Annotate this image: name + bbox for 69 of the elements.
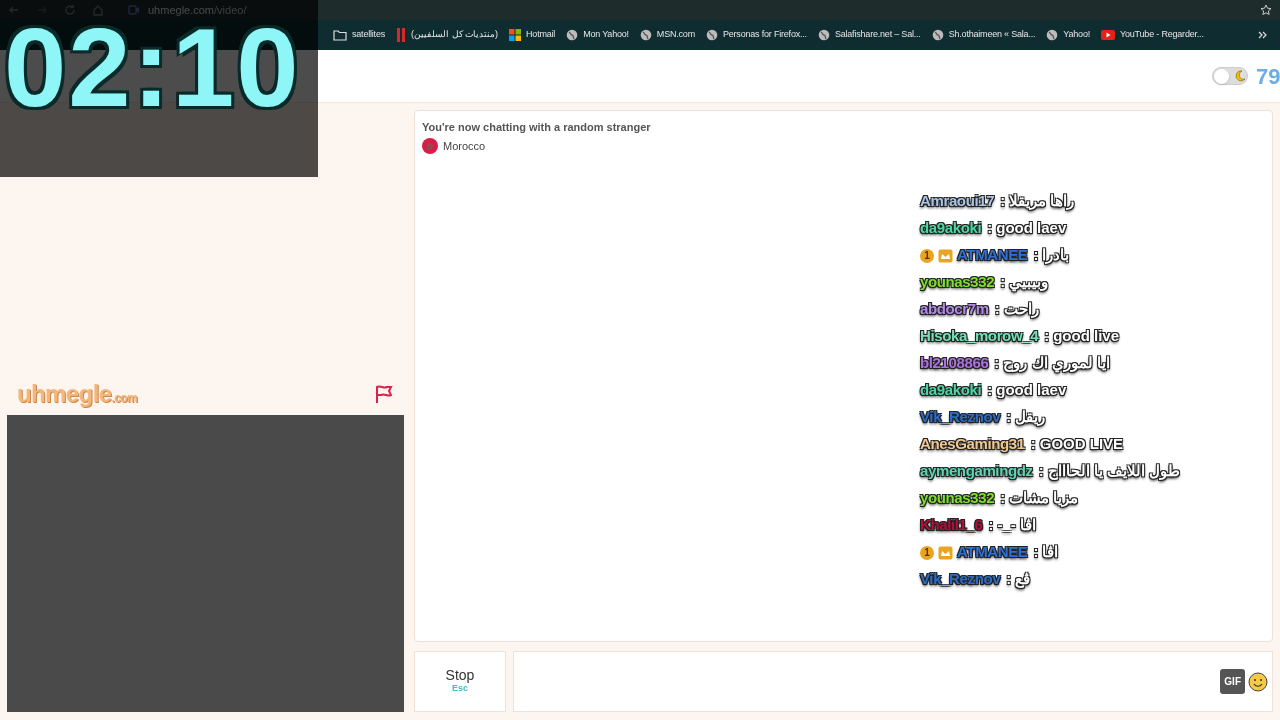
chat-username: da9akoki bbox=[920, 218, 982, 239]
bookmark[interactable]: satellites bbox=[333, 28, 386, 42]
gif-button[interactable]: GIF bbox=[1220, 669, 1245, 694]
chat-username: Vik_Reznov bbox=[920, 407, 1001, 428]
chat-username: Khalil1_6 bbox=[920, 515, 983, 536]
chat-username: Hisoka_morow_4 bbox=[920, 326, 1039, 347]
bookmark[interactable]: YouTube - Regarder... bbox=[1101, 28, 1204, 42]
chat-message: good laev bbox=[996, 380, 1067, 402]
bookmark[interactable]: Sh.othaimeen « Sala... bbox=[931, 28, 1036, 42]
chat-message: وبيبيي bbox=[1009, 271, 1049, 294]
globe-icon bbox=[1046, 29, 1059, 41]
globe-icon bbox=[817, 29, 830, 41]
rank-badge: 1 bbox=[920, 248, 934, 263]
chat-username: abdocr7m bbox=[920, 299, 989, 320]
chat-username: AnesGaming31 bbox=[920, 434, 1025, 455]
chat-username: ATMANEE bbox=[957, 542, 1028, 563]
flag-icon[interactable] bbox=[374, 384, 394, 404]
chat-username: bl2108866 bbox=[920, 353, 989, 374]
chat-message: اڤا bbox=[1042, 542, 1059, 563]
chat-separator: : bbox=[988, 515, 994, 536]
bars-icon bbox=[396, 28, 407, 42]
bookmark[interactable]: (منتديات كل السلفيين) bbox=[396, 28, 499, 42]
chat-username: younas332 bbox=[920, 272, 995, 293]
stop-button[interactable]: Stop Esc bbox=[414, 651, 506, 712]
chat-username: younas332 bbox=[920, 488, 995, 509]
dark-mode-toggle[interactable] bbox=[1212, 67, 1248, 85]
globe-icon bbox=[639, 29, 652, 41]
chat-message: ريقل bbox=[1015, 406, 1046, 429]
chat-message: ڤع bbox=[1015, 568, 1031, 591]
chat-message: good laev bbox=[996, 218, 1067, 240]
youtube-icon bbox=[1101, 30, 1115, 40]
folder-icon bbox=[333, 29, 347, 41]
chat-username: da9akoki bbox=[920, 380, 982, 401]
chat-message: طول اللايف يا الحاااج bbox=[1047, 460, 1181, 483]
globe-icon bbox=[705, 29, 718, 41]
chat-message: راها مريقلا bbox=[1009, 190, 1075, 213]
chat-message: GOOD LIVE bbox=[1039, 434, 1124, 455]
chat-separator: : bbox=[1033, 245, 1039, 266]
bookmark[interactable]: MSN.com bbox=[639, 28, 695, 42]
logo: uhmegle.com bbox=[17, 379, 138, 409]
chat-separator: : bbox=[1033, 542, 1039, 563]
chat-message: -_- اڤا bbox=[997, 515, 1036, 536]
country-flag-icon bbox=[422, 137, 438, 154]
chevron-icon[interactable] bbox=[1258, 30, 1268, 40]
chat-username: aymengamingdz bbox=[920, 461, 1033, 482]
chat-message: راحت bbox=[1003, 298, 1039, 321]
bookmark[interactable]: Personas for Firefox... bbox=[705, 28, 807, 42]
bookmark[interactable]: Hotmail bbox=[509, 28, 556, 42]
rank-badge: 1 bbox=[920, 545, 934, 560]
smiley-icon[interactable] bbox=[1248, 671, 1268, 692]
chat-message: ايا لموري اك روح bbox=[1003, 352, 1110, 375]
message-input[interactable]: GIF bbox=[513, 651, 1273, 712]
moon-icon bbox=[1234, 70, 1246, 82]
country-name: Morocco bbox=[443, 138, 486, 154]
chat-username: Vik_Reznov bbox=[920, 569, 1001, 590]
chat-message: بادرا bbox=[1042, 244, 1070, 267]
chat-username: Amraoui17 bbox=[920, 191, 995, 212]
chat-username: ATMANEE bbox=[957, 245, 1028, 266]
globe-icon bbox=[931, 29, 944, 41]
bookmark[interactable]: Yahoo! bbox=[1046, 28, 1090, 42]
bookmark[interactable]: Mon Yahoo! bbox=[566, 28, 629, 42]
windows-icon bbox=[509, 29, 522, 41]
chat-status: You're now chatting with a random stranger bbox=[422, 120, 652, 135]
bookmark[interactable]: Salafishare.net – Sal... bbox=[817, 28, 921, 42]
globe-icon bbox=[566, 29, 579, 41]
star-icon[interactable] bbox=[1260, 4, 1272, 16]
online-count: 79 bbox=[1256, 62, 1280, 91]
chat-message: مزيا مشات bbox=[1009, 487, 1079, 510]
chat-message: good live bbox=[1053, 326, 1119, 348]
